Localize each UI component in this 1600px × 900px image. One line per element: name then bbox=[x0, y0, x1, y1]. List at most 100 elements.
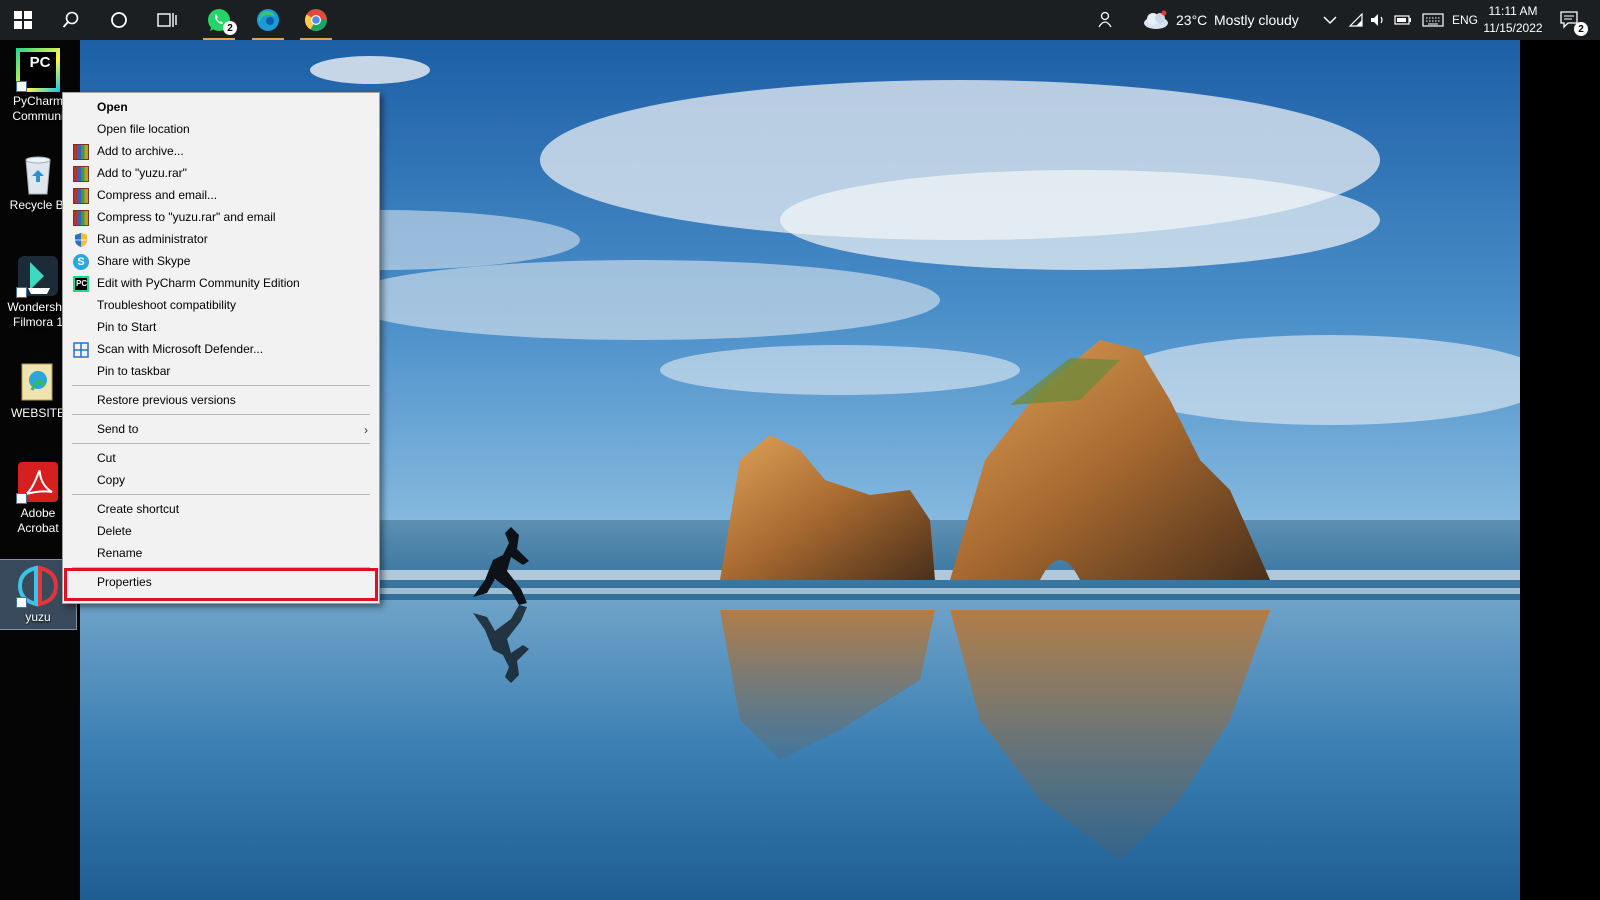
cloud-icon bbox=[1144, 10, 1168, 29]
menu-item-label: Add to archive... bbox=[97, 144, 184, 158]
winrar-icon bbox=[73, 210, 89, 226]
taskbar: 2 23°C Mostly cloudy ENG 11:11 AM 11/15/… bbox=[0, 0, 1600, 40]
menu-item-scan-with-defender[interactable]: Scan with Microsoft Defender... bbox=[64, 338, 378, 360]
menu-item-compress-and-email[interactable]: Compress and email... bbox=[64, 184, 378, 206]
menu-item-label: Run as administrator bbox=[97, 232, 208, 246]
shortcut-arrow-icon bbox=[16, 81, 27, 92]
clock[interactable]: 11:11 AM 11/15/2022 bbox=[1482, 3, 1544, 37]
clock-time: 11:11 AM bbox=[1488, 4, 1538, 18]
menu-separator bbox=[72, 494, 370, 495]
clock-date: 11/15/2022 bbox=[1483, 21, 1543, 35]
menu-item-open[interactable]: Open bbox=[64, 96, 378, 118]
show-hidden-icons-button[interactable] bbox=[1318, 0, 1342, 40]
menu-item-label: Open file location bbox=[97, 122, 190, 136]
shortcut-arrow-icon bbox=[16, 597, 27, 608]
input-language[interactable]: ENG bbox=[1452, 0, 1478, 40]
recycle-bin-icon bbox=[16, 152, 60, 196]
cortana-icon bbox=[111, 12, 127, 28]
battery-icon bbox=[1394, 15, 1411, 25]
pycharm-icon: PC bbox=[16, 48, 60, 92]
menu-item-label: Troubleshoot compatibility bbox=[97, 298, 236, 312]
skype-icon: S bbox=[73, 254, 89, 270]
touch-keyboard-button[interactable] bbox=[1418, 0, 1448, 40]
menu-item-cut[interactable]: Cut bbox=[64, 447, 378, 469]
chevron-right-icon: › bbox=[364, 423, 368, 437]
taskbar-app-edge[interactable] bbox=[244, 0, 292, 40]
menu-item-label: Scan with Microsoft Defender... bbox=[97, 342, 264, 356]
menu-item-send-to[interactable]: Send to › bbox=[64, 418, 378, 440]
search-button[interactable] bbox=[48, 0, 94, 40]
menu-item-copy[interactable]: Copy bbox=[64, 469, 378, 491]
menu-item-open-file-location[interactable]: Open file location bbox=[64, 118, 378, 140]
battery-button[interactable] bbox=[1390, 0, 1416, 40]
folder-icon bbox=[16, 360, 60, 404]
properties-highlight-box bbox=[64, 568, 378, 601]
menu-item-label: Compress and email... bbox=[97, 188, 218, 202]
speaker-icon bbox=[1371, 14, 1383, 26]
menu-item-create-shortcut[interactable]: Create shortcut bbox=[64, 498, 378, 520]
menu-item-label: Share with Skype bbox=[97, 254, 191, 268]
menu-item-label: Compress to "yuzu.rar" and email bbox=[97, 210, 276, 224]
task-view-icon bbox=[157, 13, 177, 27]
weather-button[interactable] bbox=[1140, 0, 1172, 40]
start-button[interactable] bbox=[0, 0, 46, 40]
taskbar-app-whatsapp[interactable]: 2 bbox=[195, 0, 243, 40]
menu-item-label: Create shortcut bbox=[97, 502, 180, 516]
menu-item-rename[interactable]: Rename bbox=[64, 542, 378, 564]
menu-item-label: Copy bbox=[97, 473, 126, 487]
whatsapp-badge: 2 bbox=[223, 21, 237, 35]
windows-logo-icon bbox=[14, 11, 32, 29]
filmora-icon bbox=[16, 254, 60, 298]
menu-item-label: Pin to Start bbox=[97, 320, 157, 334]
menu-separator bbox=[72, 414, 370, 415]
action-center-button[interactable]: 2 bbox=[1548, 0, 1592, 40]
edge-icon bbox=[257, 9, 279, 31]
people-button[interactable] bbox=[1086, 0, 1126, 40]
chevron-up-icon bbox=[1323, 16, 1337, 25]
menu-item-delete[interactable]: Delete bbox=[64, 520, 378, 542]
defender-icon bbox=[73, 342, 89, 358]
menu-separator bbox=[72, 443, 370, 444]
shortcut-arrow-icon bbox=[16, 287, 27, 298]
menu-item-label: Add to "yuzu.rar" bbox=[97, 166, 187, 180]
cortana-button[interactable] bbox=[96, 0, 142, 40]
weather-condition[interactable]: Mostly cloudy bbox=[1214, 0, 1299, 40]
chrome-icon bbox=[305, 9, 327, 31]
menu-item-label: Pin to taskbar bbox=[97, 364, 171, 378]
uac-shield-icon bbox=[75, 233, 87, 247]
menu-item-label: Delete bbox=[97, 524, 132, 538]
menu-item-run-as-administrator[interactable]: Run as administrator bbox=[64, 228, 378, 250]
network-button[interactable] bbox=[1344, 0, 1368, 40]
people-icon bbox=[1098, 11, 1112, 28]
menu-item-edit-with-pycharm[interactable]: PC Edit with PyCharm Community Edition bbox=[64, 272, 378, 294]
keyboard-icon bbox=[1422, 13, 1444, 27]
menu-item-label: Rename bbox=[97, 546, 143, 560]
winrar-icon bbox=[73, 144, 89, 160]
wifi-icon bbox=[1348, 13, 1363, 27]
yuzu-icon bbox=[16, 564, 60, 608]
menu-item-share-with-skype[interactable]: S Share with Skype bbox=[64, 250, 378, 272]
weather-temp[interactable]: 23°C bbox=[1176, 0, 1207, 40]
menu-item-label: Restore previous versions bbox=[97, 393, 236, 407]
menu-item-add-to-archive[interactable]: Add to archive... bbox=[64, 140, 378, 162]
search-icon bbox=[62, 11, 79, 28]
menu-item-troubleshoot-compatibility[interactable]: Troubleshoot compatibility bbox=[64, 294, 378, 316]
adobe-acrobat-icon bbox=[16, 460, 60, 504]
menu-item-pin-to-start[interactable]: Pin to Start bbox=[64, 316, 378, 338]
notification-count: 2 bbox=[1574, 22, 1588, 36]
volume-button[interactable] bbox=[1366, 0, 1390, 40]
menu-item-pin-to-taskbar[interactable]: Pin to taskbar bbox=[64, 360, 378, 382]
menu-item-restore-previous-versions[interactable]: Restore previous versions bbox=[64, 389, 378, 411]
taskbar-app-chrome[interactable] bbox=[292, 0, 340, 40]
menu-separator bbox=[72, 385, 370, 386]
menu-item-add-to-yuzu-rar[interactable]: Add to "yuzu.rar" bbox=[64, 162, 378, 184]
desktop-right-strip bbox=[1520, 40, 1600, 900]
pycharm-small-icon: PC bbox=[73, 276, 89, 292]
menu-item-label: Open bbox=[97, 100, 128, 114]
winrar-icon bbox=[73, 188, 89, 204]
menu-item-compress-to-rar-and-email[interactable]: Compress to "yuzu.rar" and email bbox=[64, 206, 378, 228]
menu-item-label: Cut bbox=[97, 451, 116, 465]
context-menu: Open Open file location Add to archive..… bbox=[62, 92, 380, 604]
task-view-button[interactable] bbox=[144, 0, 190, 40]
menu-item-label: Edit with PyCharm Community Edition bbox=[97, 276, 300, 290]
